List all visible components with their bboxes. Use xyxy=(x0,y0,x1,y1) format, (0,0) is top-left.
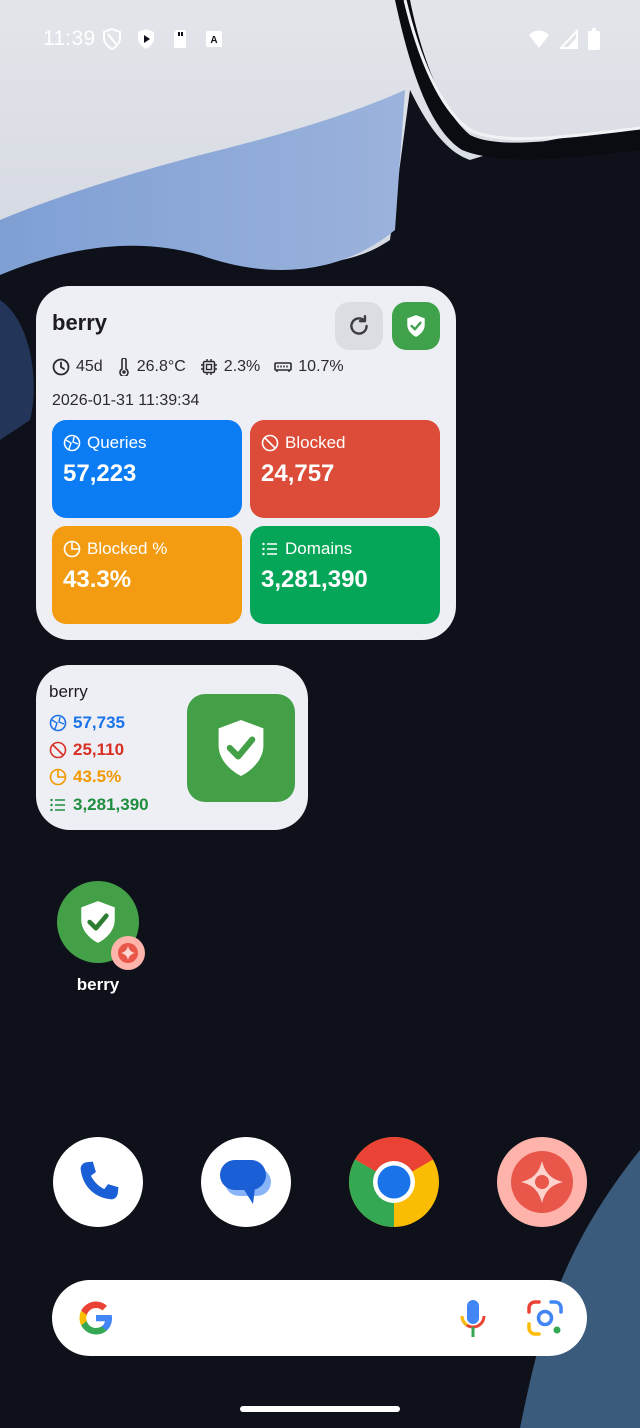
globe-icon xyxy=(49,714,67,732)
domains-label: Domains xyxy=(285,539,353,558)
accessibility-icon: A xyxy=(206,31,222,47)
navigation-handle[interactable] xyxy=(240,1406,400,1412)
chrome-icon xyxy=(349,1137,439,1227)
queries-label: Queries xyxy=(87,433,147,452)
chrome-app-icon[interactable] xyxy=(349,1137,439,1227)
status-bar: 11:39 A xyxy=(0,0,640,78)
small-blocked-percent-value: 43.5% xyxy=(73,767,122,786)
lens-icon[interactable] xyxy=(525,1298,565,1338)
battery-icon xyxy=(588,28,600,50)
blocking-status-button[interactable] xyxy=(392,302,440,350)
small-blocked-value: 25,110 xyxy=(73,740,125,759)
berry-app-icon xyxy=(511,1151,573,1213)
uptime-value: 45d xyxy=(76,358,103,375)
svg-text:A: A xyxy=(210,35,217,46)
system-stats-row: 45d 26.8°C 2.3% 10.7% xyxy=(52,358,358,376)
uptime-stat: 45d xyxy=(52,358,103,376)
app-badge-icon xyxy=(111,936,145,970)
sd-card-icon xyxy=(174,30,186,48)
pie-chart-icon xyxy=(49,768,67,786)
clock-icon xyxy=(52,358,70,376)
phone-icon xyxy=(80,1161,119,1200)
blocked-percent-value: 43.3% xyxy=(63,566,132,593)
list-icon xyxy=(50,798,65,812)
app-label: berry xyxy=(76,975,120,994)
last-updated-datetime: 2026-01-31 11:39:34 xyxy=(52,392,200,409)
vpn-shield-icon xyxy=(103,28,121,50)
temperature-stat: 26.8°C xyxy=(117,358,186,376)
queries-value: 57,223 xyxy=(63,460,137,487)
refresh-icon xyxy=(350,315,368,335)
blocked-percent-tile[interactable]: Blocked % 43.3% xyxy=(52,526,242,624)
google-g-icon xyxy=(79,1301,112,1335)
blocked-tile[interactable]: Blocked 24,757 xyxy=(250,420,440,518)
mic-icon[interactable] xyxy=(458,1298,488,1340)
cellular-signal-icon xyxy=(560,29,578,49)
small-domains-row: 3,281,390 xyxy=(49,795,149,815)
messages-icon xyxy=(220,1160,271,1204)
pihole-widget-large[interactable]: berry 45d 26.8°C 2.3% 10.7% 2026-01-31 1… xyxy=(36,286,456,640)
play-protect-icon xyxy=(138,29,154,49)
cpu-icon xyxy=(200,359,217,375)
domains-tile[interactable]: Domains 3,281,390 xyxy=(250,526,440,624)
list-icon xyxy=(262,542,277,556)
refresh-button[interactable] xyxy=(335,302,383,350)
memory-value: 10.7% xyxy=(298,358,344,375)
shield-check-icon xyxy=(407,315,425,337)
small-blocked-percent-row: 43.5% xyxy=(49,767,121,787)
wifi-icon xyxy=(529,30,549,48)
pihole-widget-small[interactable]: berry 57,735 25,110 43.5% 3,281,390 xyxy=(36,665,308,830)
google-search-bar[interactable] xyxy=(52,1280,587,1356)
small-queries-value: 57,735 xyxy=(73,713,125,732)
berry-dock-icon[interactable] xyxy=(497,1137,587,1227)
thermometer-icon xyxy=(118,358,129,376)
status-time: 11:39 xyxy=(43,27,96,50)
blocked-label: Blocked xyxy=(285,433,346,452)
small-queries-row: 57,735 xyxy=(49,713,125,733)
queries-tile[interactable]: Queries 57,223 xyxy=(52,420,242,518)
berry-badge-icon xyxy=(118,943,138,963)
small-domains-value: 3,281,390 xyxy=(73,795,149,814)
block-icon xyxy=(49,741,67,759)
blocked-value: 24,757 xyxy=(261,460,335,487)
block-icon xyxy=(261,434,279,452)
small-blocked-row: 25,110 xyxy=(49,740,124,760)
cpu-value: 2.3% xyxy=(223,358,261,375)
domains-value: 3,281,390 xyxy=(261,566,368,593)
shield-check-icon xyxy=(81,901,115,943)
globe-icon xyxy=(63,434,81,452)
widget-small-title: berry xyxy=(49,682,88,701)
phone-app-icon[interactable] xyxy=(53,1137,143,1227)
shield-check-icon xyxy=(218,720,264,776)
widget-title: berry xyxy=(52,310,108,335)
memory-stat: 10.7% xyxy=(274,358,344,376)
messages-app-icon[interactable] xyxy=(201,1137,291,1227)
pie-chart-icon xyxy=(63,540,81,558)
memory-icon xyxy=(274,362,293,372)
blocked-percent-label: Blocked % xyxy=(87,539,168,558)
temperature-value: 26.8°C xyxy=(136,358,186,375)
cpu-stat: 2.3% xyxy=(200,358,260,376)
small-blocking-status-button[interactable] xyxy=(187,694,295,802)
